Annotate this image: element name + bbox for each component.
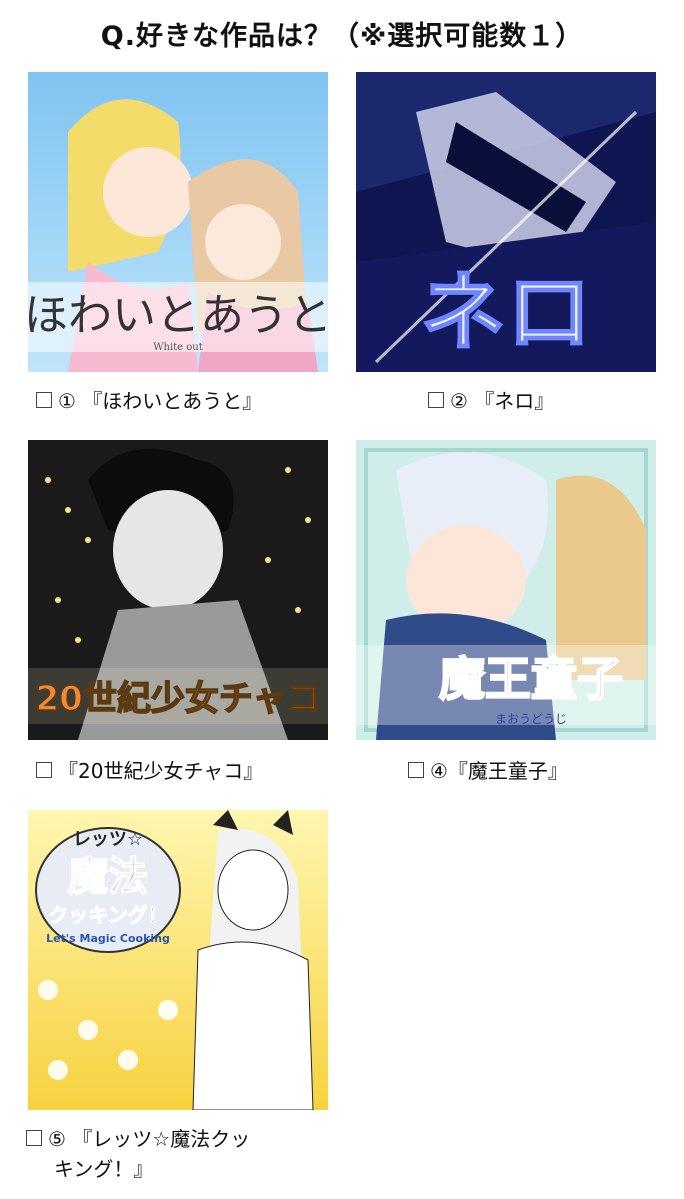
option-4[interactable]: ④『魔王童子』 xyxy=(408,756,568,786)
cover-image-maou-douji[interactable]: 魔王童子 まおうどうじ xyxy=(356,440,656,740)
option-label: ⑤ 『レッツ☆魔法クッ キング！』 xyxy=(48,1127,251,1181)
cover-image-white-out[interactable]: ほわいとあうと White out xyxy=(28,72,328,372)
option-label: ④『魔王童子』 xyxy=(430,759,568,783)
poll-question: Q.好きな作品は？（※選択可能数１） xyxy=(100,21,584,52)
checkbox[interactable] xyxy=(408,762,424,778)
cover-image-chako[interactable]: 20世紀少女チャコ xyxy=(28,440,328,740)
checkbox[interactable] xyxy=(428,392,444,408)
cover-image-nero[interactable]: ネロ xyxy=(356,72,656,372)
svg-text:White out: White out xyxy=(153,342,203,353)
cover-title-text: 魔王童子 xyxy=(439,652,623,706)
option-2[interactable]: ② 『ネロ』 xyxy=(428,386,554,416)
checkbox[interactable] xyxy=(36,762,52,778)
option-3[interactable]: 『20世紀少女チャコ』 xyxy=(36,756,263,786)
svg-text:レッツ☆: レッツ☆ xyxy=(73,829,143,850)
option-1[interactable]: ① 『ほわいとあうと』 xyxy=(36,386,262,416)
svg-text:Let's Magic Cooking: Let's Magic Cooking xyxy=(46,932,170,945)
cover-title-text: 20世紀少女チャコ xyxy=(36,679,321,719)
option-label: ① 『ほわいとあうと』 xyxy=(58,389,263,413)
cover-title-text: ネロ xyxy=(420,263,592,363)
svg-text:クッキング！: クッキング！ xyxy=(48,903,167,927)
svg-text:まおうどうじ: まおうどうじ xyxy=(495,712,567,726)
cover-title-text: 魔法 xyxy=(68,854,148,900)
option-label: 『20世紀少女チャコ』 xyxy=(58,759,264,783)
cover-title-text: ほわいとあうと xyxy=(28,290,328,341)
checkbox[interactable] xyxy=(36,392,52,408)
option-label: ② 『ネロ』 xyxy=(450,389,555,413)
cover-image-lets-magic-cooking[interactable]: レッツ☆ 魔法 クッキング！ Let's Magic Cooking xyxy=(28,810,328,1110)
option-5[interactable]: ⑤ 『レッツ☆魔法クッ キング！』 xyxy=(26,1124,356,1184)
checkbox[interactable] xyxy=(26,1130,42,1146)
